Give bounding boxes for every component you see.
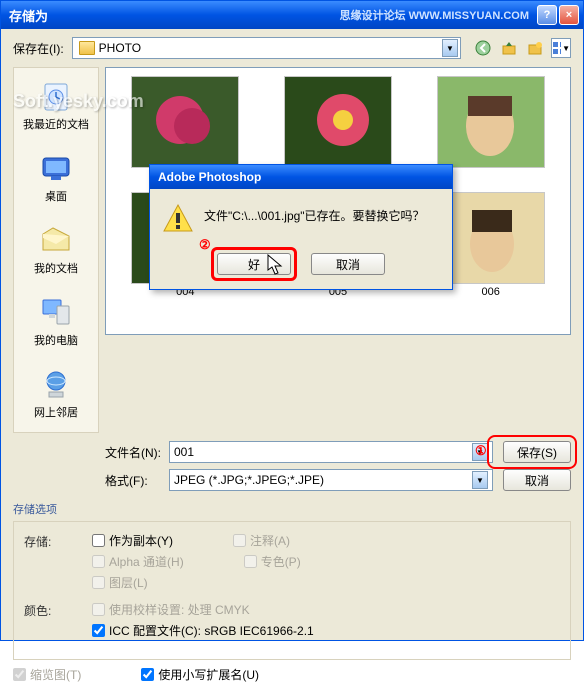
- lowercase-ext-checkbox[interactable]: 使用小写扩展名(U): [141, 666, 259, 683]
- view-menu-icon[interactable]: ▼: [551, 38, 571, 58]
- thumbnail-image: [131, 76, 239, 168]
- brand-text: 思缘设计论坛 WWW.MISSYUAN.COM: [340, 7, 529, 23]
- thumb-label: 006: [481, 286, 499, 298]
- icc-checkbox[interactable]: ICC 配置文件(C): sRGB IEC61966-2.1: [92, 622, 560, 639]
- place-label: 桌面: [45, 188, 67, 204]
- folder-dropdown[interactable]: PHOTO ▼: [72, 37, 461, 59]
- layers-checkbox: 图层(L): [92, 574, 560, 591]
- save-in-label: 保存在(I):: [13, 40, 64, 57]
- place-recent[interactable]: 我最近的文档: [14, 76, 98, 136]
- bottom-row: 缩览图(T) 使用小写扩展名(U): [1, 660, 583, 689]
- thumbnail-image: [437, 76, 545, 168]
- filename-input[interactable]: 001 ▼: [169, 441, 493, 463]
- save-button[interactable]: 保存(S): [503, 441, 571, 463]
- save-options-label: 存储:: [24, 532, 92, 591]
- ok-button-wrap: ② 好: [217, 253, 291, 275]
- format-value: JPEG (*.JPG;*.JPEG;*.JPE): [174, 473, 472, 487]
- up-icon[interactable]: [499, 38, 519, 58]
- desktop-icon: [38, 152, 74, 186]
- format-dropdown[interactable]: JPEG (*.JPG;*.JPEG;*.JPE) ▼: [169, 469, 493, 491]
- cancel-button[interactable]: 取消: [503, 469, 571, 491]
- format-label: 格式(F):: [105, 472, 169, 489]
- save-as-window: 存储为 思缘设计论坛 WWW.MISSYUAN.COM ? × 保存在(I): …: [0, 0, 584, 641]
- as-copy-checkbox[interactable]: 作为副本(Y): [92, 532, 173, 549]
- close-button[interactable]: ×: [559, 5, 579, 25]
- chevron-down-icon[interactable]: ▼: [442, 39, 458, 57]
- place-label: 网上邻居: [34, 404, 78, 420]
- folder-name: PHOTO: [99, 41, 442, 55]
- place-network[interactable]: 网上邻居: [14, 364, 98, 424]
- save-in-row: 保存在(I): PHOTO ▼ ▼: [1, 29, 583, 67]
- field-rows: 文件名(N): 001 ▼ ① 保存(S) 格式(F): JPEG (*.JPG…: [1, 433, 583, 491]
- options-section: 存储选项 存储: 作为副本(Y) 注释(A) Alpha 通道(H) 专色(P)…: [1, 497, 583, 660]
- annotation-2: ②: [199, 237, 211, 253]
- chevron-down-icon[interactable]: ▼: [472, 471, 488, 489]
- proof-checkbox: 使用校样设置: 处理 CMYK: [92, 601, 560, 618]
- spot-checkbox: 专色(P): [244, 553, 301, 570]
- place-label: 我的文档: [34, 260, 78, 276]
- color-options-label: 颜色:: [24, 601, 92, 639]
- place-label: 我最近的文档: [23, 116, 89, 132]
- dialog-cancel-button[interactable]: 取消: [311, 253, 385, 275]
- confirm-dialog: Adobe Photoshop 文件"C:\...\001.jpg"已存在。要替…: [149, 164, 453, 290]
- network-icon: [38, 368, 74, 402]
- mycomputer-icon: [38, 296, 74, 330]
- filename-label: 文件名(N):: [105, 444, 169, 461]
- titlebar: 存储为 思缘设计论坛 WWW.MISSYUAN.COM ? ×: [1, 1, 583, 29]
- filename-value: 001: [174, 445, 472, 459]
- window-title: 存储为: [5, 6, 340, 25]
- ok-button[interactable]: 好: [217, 253, 291, 275]
- warning-icon: [162, 203, 194, 235]
- place-desktop[interactable]: 桌面: [14, 148, 98, 208]
- folder-icon: [79, 41, 95, 55]
- thumbnail-image: [284, 76, 392, 168]
- annotation-1: ①: [475, 443, 487, 459]
- annotations-checkbox: 注释(A): [233, 532, 290, 549]
- dialog-message: 文件"C:\...\001.jpg"已存在。要替换它吗？: [204, 203, 440, 224]
- nav-icons: ▼: [473, 38, 571, 58]
- dialog-title: Adobe Photoshop: [154, 170, 448, 184]
- place-mydocs[interactable]: 我的文档: [14, 220, 98, 280]
- thumbnail-checkbox: 缩览图(T): [13, 666, 81, 683]
- recent-icon: [38, 80, 74, 114]
- options-title: 存储选项: [13, 501, 571, 517]
- new-folder-icon[interactable]: [525, 38, 545, 58]
- place-mycomputer[interactable]: 我的电脑: [14, 292, 98, 352]
- save-button-wrap: ① 保存(S): [493, 441, 571, 463]
- back-icon[interactable]: [473, 38, 493, 58]
- place-label: 我的电脑: [34, 332, 78, 348]
- mydocs-icon: [38, 224, 74, 258]
- help-button[interactable]: ?: [537, 5, 557, 25]
- alpha-checkbox: Alpha 通道(H): [92, 553, 184, 570]
- places-bar: 我最近的文档 桌面 我的文档 我的电脑 网上邻居: [13, 67, 99, 433]
